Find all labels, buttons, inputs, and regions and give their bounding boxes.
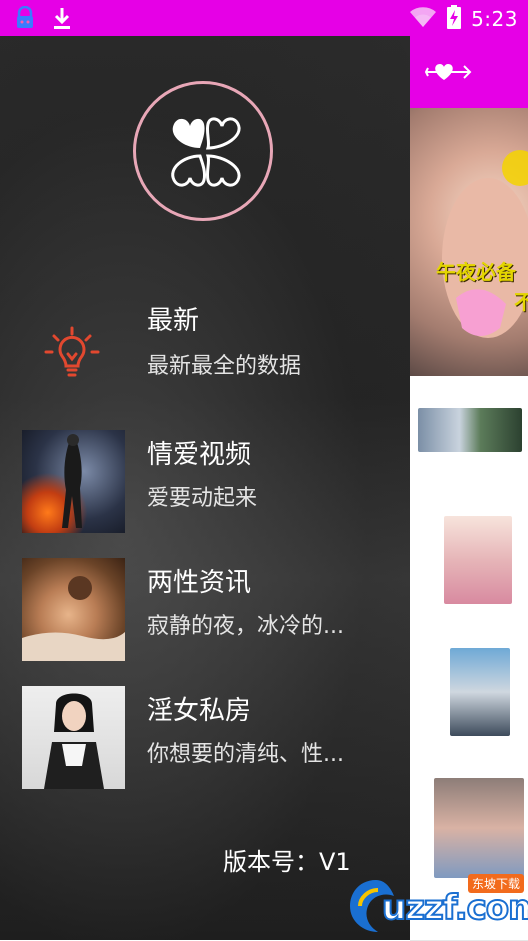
heart-arrow-icon[interactable] — [424, 60, 474, 88]
list-item-thumbnail — [444, 516, 512, 604]
list-item-thumbnail — [450, 648, 510, 736]
battery-charging-icon — [447, 5, 462, 33]
list-item[interactable] — [410, 636, 528, 767]
menu-item-title: 两性资讯 — [147, 568, 252, 598]
app-bar — [410, 36, 528, 108]
navigation-drawer: 最新 最新最全的数据 情爱视频 爱要动起来 两性资讯 寂静的夜，冰冷的... 淫… — [0, 36, 410, 940]
menu-item-title: 淫女私房 — [147, 696, 252, 726]
list-item-thumbnail — [434, 778, 524, 878]
menu-item-subtitle: 最新最全的数据 — [147, 354, 302, 379]
heart-clover-logo — [171, 117, 241, 187]
wifi-icon — [409, 6, 437, 32]
watermark-text: uzzf.com — [381, 887, 528, 929]
version-label: 版本号：V1 — [223, 848, 351, 876]
banner-text: 午夜必备 — [436, 260, 516, 284]
menu-item-title: 最新 — [147, 306, 200, 336]
list-item[interactable] — [410, 506, 528, 637]
main-content: 午夜必备 不 — [410, 36, 528, 941]
list-item[interactable] — [410, 376, 528, 507]
notification-app-icon — [14, 5, 36, 34]
app-logo — [133, 81, 273, 221]
private-thumb — [22, 686, 125, 789]
download-icon — [52, 6, 72, 34]
menu-item-subtitle: 你想要的清纯、性... — [147, 742, 344, 767]
menu-item-video[interactable]: 情爱视频 爱要动起来 — [0, 428, 410, 538]
banner-text-2: 不 — [514, 290, 528, 314]
status-bar: 5:23 — [0, 0, 528, 36]
promo-banner[interactable]: 午夜必备 不 — [410, 108, 528, 376]
news-thumb — [22, 558, 125, 661]
menu-item-private[interactable]: 淫女私房 你想要的清纯、性... — [0, 684, 410, 794]
menu-item-subtitle: 爱要动起来 — [147, 486, 258, 511]
watermark-tag: 东坡下载 — [468, 874, 525, 893]
menu-item-news[interactable]: 两性资讯 寂静的夜，冰冷的... — [0, 556, 410, 666]
lightbulb-icon — [44, 326, 100, 386]
list-item-thumbnail — [418, 408, 522, 452]
menu-item-title: 情爱视频 — [147, 440, 252, 470]
menu-item-subtitle: 寂静的夜，冰冷的... — [147, 614, 344, 639]
video-thumb — [22, 430, 125, 533]
menu-item-latest[interactable]: 最新 最新最全的数据 — [0, 296, 410, 406]
clock: 5:23 — [471, 7, 518, 31]
watermark-logo: uzzf.com 东坡下载 — [346, 874, 528, 936]
